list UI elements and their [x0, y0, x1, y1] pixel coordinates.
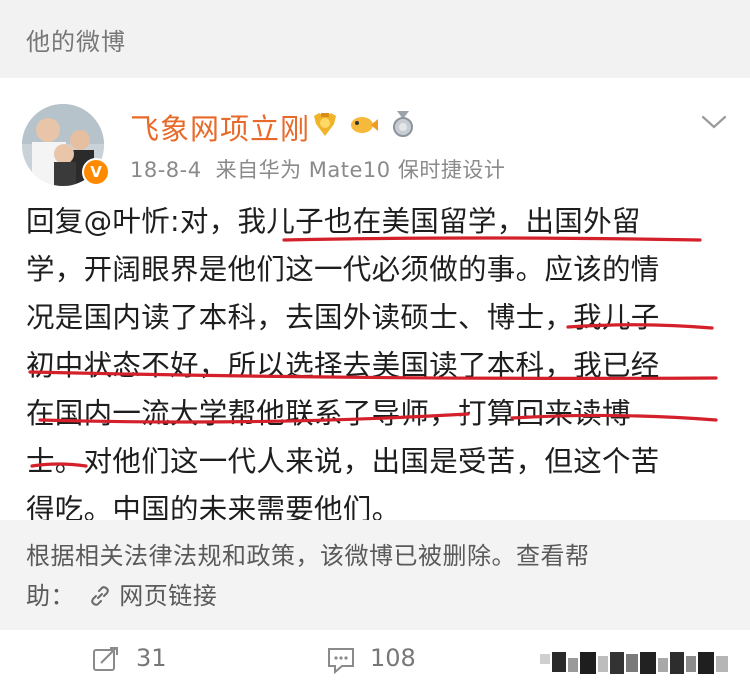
fish-badge-icon[interactable] — [349, 110, 379, 138]
post-body-line: 初中状态不好，所以选择去美国读了本科，我已经 — [26, 349, 660, 382]
action-bar: 31 108 — [0, 630, 750, 690]
page-title: 他的微博 — [26, 28, 126, 56]
deleted-notice-prefix: 助： — [26, 582, 75, 610]
post-header: V 飞象网项立刚 18-8-4 来自华为 Mate10 保时捷设计 — [0, 92, 750, 192]
deleted-notice-text: 根据相关法律法规和政策，该微博已被删除。查看帮 — [26, 542, 590, 570]
post-meta: 18-8-4 来自华为 Mate10 保时捷设计 — [130, 154, 505, 184]
link-icon — [91, 586, 109, 606]
web-link[interactable]: 网页链接 — [119, 582, 217, 610]
post-body-line: 回复@叶忻:对，我儿子也在美国留学，出国外留 — [26, 205, 641, 238]
top-bar: 他的微博 — [0, 0, 750, 78]
repost-icon — [93, 647, 118, 671]
author-name[interactable]: 飞象网项立刚 — [130, 106, 310, 148]
verified-badge: V — [82, 158, 110, 186]
comment-count: 108 — [370, 644, 416, 672]
medal-badge-icon[interactable] — [388, 110, 418, 138]
gold-badge-icon[interactable] — [310, 110, 340, 138]
chevron-down-icon[interactable] — [700, 112, 728, 132]
repost-count: 31 — [136, 644, 167, 672]
post-body: 回复@叶忻:对，我儿子也在美国留学，出国外留 学，开阔眼界是他们这一代必须做的事… — [26, 198, 726, 534]
post-body-line: 况是国内读了本科，去国外读硕士、博士，我儿子 — [26, 301, 660, 334]
post-body-line: 在国内一流大学帮他联系了导师，打算回来读博 — [26, 397, 631, 430]
post-body-line: 学，开阔眼界是他们这一代必须做的事。应该的情 — [26, 253, 660, 286]
comment-icon — [328, 648, 354, 674]
post-body-line: 士。对他们这一代人来说，出国是受苦，但这个苦 — [26, 445, 660, 478]
post-source: 来自华为 Mate10 保时捷设计 — [215, 158, 506, 182]
watermark-mosaic — [540, 652, 728, 674]
post-date: 18-8-4 — [130, 158, 202, 182]
user-badges — [310, 110, 422, 140]
deleted-notice: 根据相关法律法规和政策，该微博已被删除。查看帮 助： 网页链接 — [0, 520, 750, 630]
